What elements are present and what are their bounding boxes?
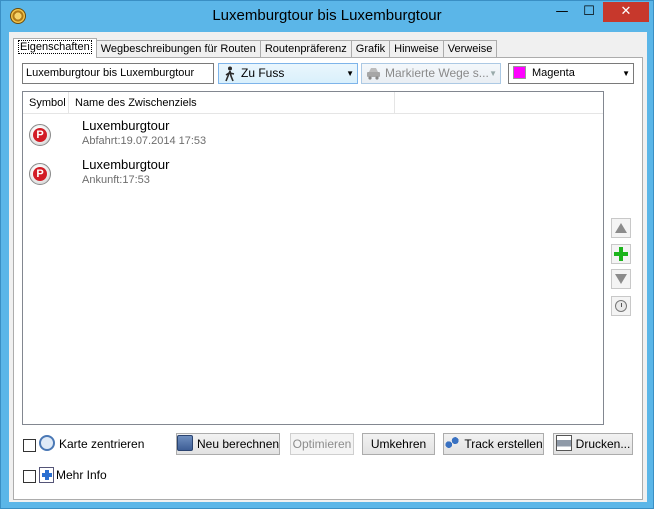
properties-panel: Luxemburgtour bis Luxemburgtour Zu Fuss … [13,57,643,500]
move-up-button[interactable] [611,218,631,238]
list-header: Symbol Name des Zwischenziels [23,92,603,114]
optimize-button[interactable]: Optimieren [290,433,354,455]
color-swatch [513,65,526,79]
more-info-checkbox[interactable] [23,470,36,483]
waypoint-name: Luxemburgtour [82,118,170,133]
move-down-icon [615,274,627,284]
center-map-checkbox[interactable] [23,439,36,452]
minimize-button[interactable]: — [549,2,575,22]
route-name-field[interactable]: Luxemburgtour bis Luxemburgtour [22,63,214,84]
parking-icon: P [29,124,51,146]
marked-ways-value: Markierte Wege s... [385,66,489,80]
marked-ways-dropdown[interactable]: Markierte Wege s... ▼ [361,63,501,84]
waypoint-name: Luxemburgtour [82,157,170,172]
tab-verweise[interactable]: Verweise [442,40,498,58]
tab-routenpraeferenz[interactable]: Routenpräferenz [259,40,352,58]
add-icon [614,247,628,261]
parking-letter: P [36,129,44,141]
maximize-button[interactable]: ☐ [576,2,602,22]
move-up-icon [615,223,627,233]
list-item[interactable]: P Luxemburgtour Abfahrt:19.07.2014 17:53 [23,116,603,152]
route-color-dropdown[interactable]: Magenta ▼ [508,63,634,84]
car-icon [367,68,380,80]
travel-mode-dropdown[interactable]: Zu Fuss ▼ [218,63,358,84]
center-map-label: Karte zentrieren [59,437,145,451]
tab-strip: Eigenschaften Wegbeschreibungen für Rout… [13,38,498,58]
printer-icon [555,435,572,452]
tab-label: Eigenschaften [18,40,92,54]
parking-icon: P [29,163,51,185]
more-info-label: Mehr Info [56,468,107,482]
route-color-value: Magenta [532,67,575,79]
tab-wegbeschreibungen[interactable]: Wegbeschreibungen für Routen [95,40,261,58]
title-bar[interactable]: Luxemburgtour bis Luxemburgtour — ☐ ✕ [1,1,653,32]
print-label: Drucken... [575,437,631,451]
tab-eigenschaften[interactable]: Eigenschaften [13,38,97,58]
travel-mode-value: Zu Fuss [241,66,285,80]
recalculate-button[interactable]: Neu berechnen [176,433,280,455]
close-button[interactable]: ✕ [603,2,649,22]
time-button[interactable] [611,296,631,316]
window-client-area: Eigenschaften Wegbeschreibungen für Rout… [9,32,647,502]
tab-hinweise[interactable]: Hinweise [389,40,444,58]
zoom-map-icon [39,435,55,451]
clock-icon [615,300,627,312]
tab-grafik[interactable]: Grafik [350,40,391,58]
chevron-down-icon: ▼ [346,69,354,78]
waypoint-detail: Ankunft:17:53 [82,174,150,186]
recalculate-label: Neu berechnen [197,437,280,451]
move-down-button[interactable] [611,269,631,289]
walking-person-icon [225,66,235,82]
column-header-symbol[interactable]: Symbol [23,92,69,114]
reverse-button[interactable]: Umkehren [362,433,435,455]
create-track-label: Track erstellen [464,437,543,451]
parking-letter: P [36,168,44,180]
more-info-icon [39,467,54,483]
create-track-button[interactable]: Track erstellen [443,433,544,455]
print-button[interactable]: Drucken... [553,433,633,455]
column-header-name[interactable]: Name des Zwischenziels [69,92,395,114]
track-icon [444,435,461,452]
calculator-icon [177,435,193,452]
chevron-down-icon: ▼ [489,69,497,78]
chevron-down-icon: ▼ [622,69,630,78]
list-item[interactable]: P Luxemburgtour Ankunft:17:53 [23,155,603,191]
waypoint-list[interactable]: Symbol Name des Zwischenziels P Luxembur… [22,91,604,425]
route-properties-window: Luxemburgtour bis Luxemburgtour — ☐ ✕ Ei… [0,0,654,509]
add-waypoint-button[interactable] [611,244,631,264]
waypoint-detail: Abfahrt:19.07.2014 17:53 [82,135,207,147]
